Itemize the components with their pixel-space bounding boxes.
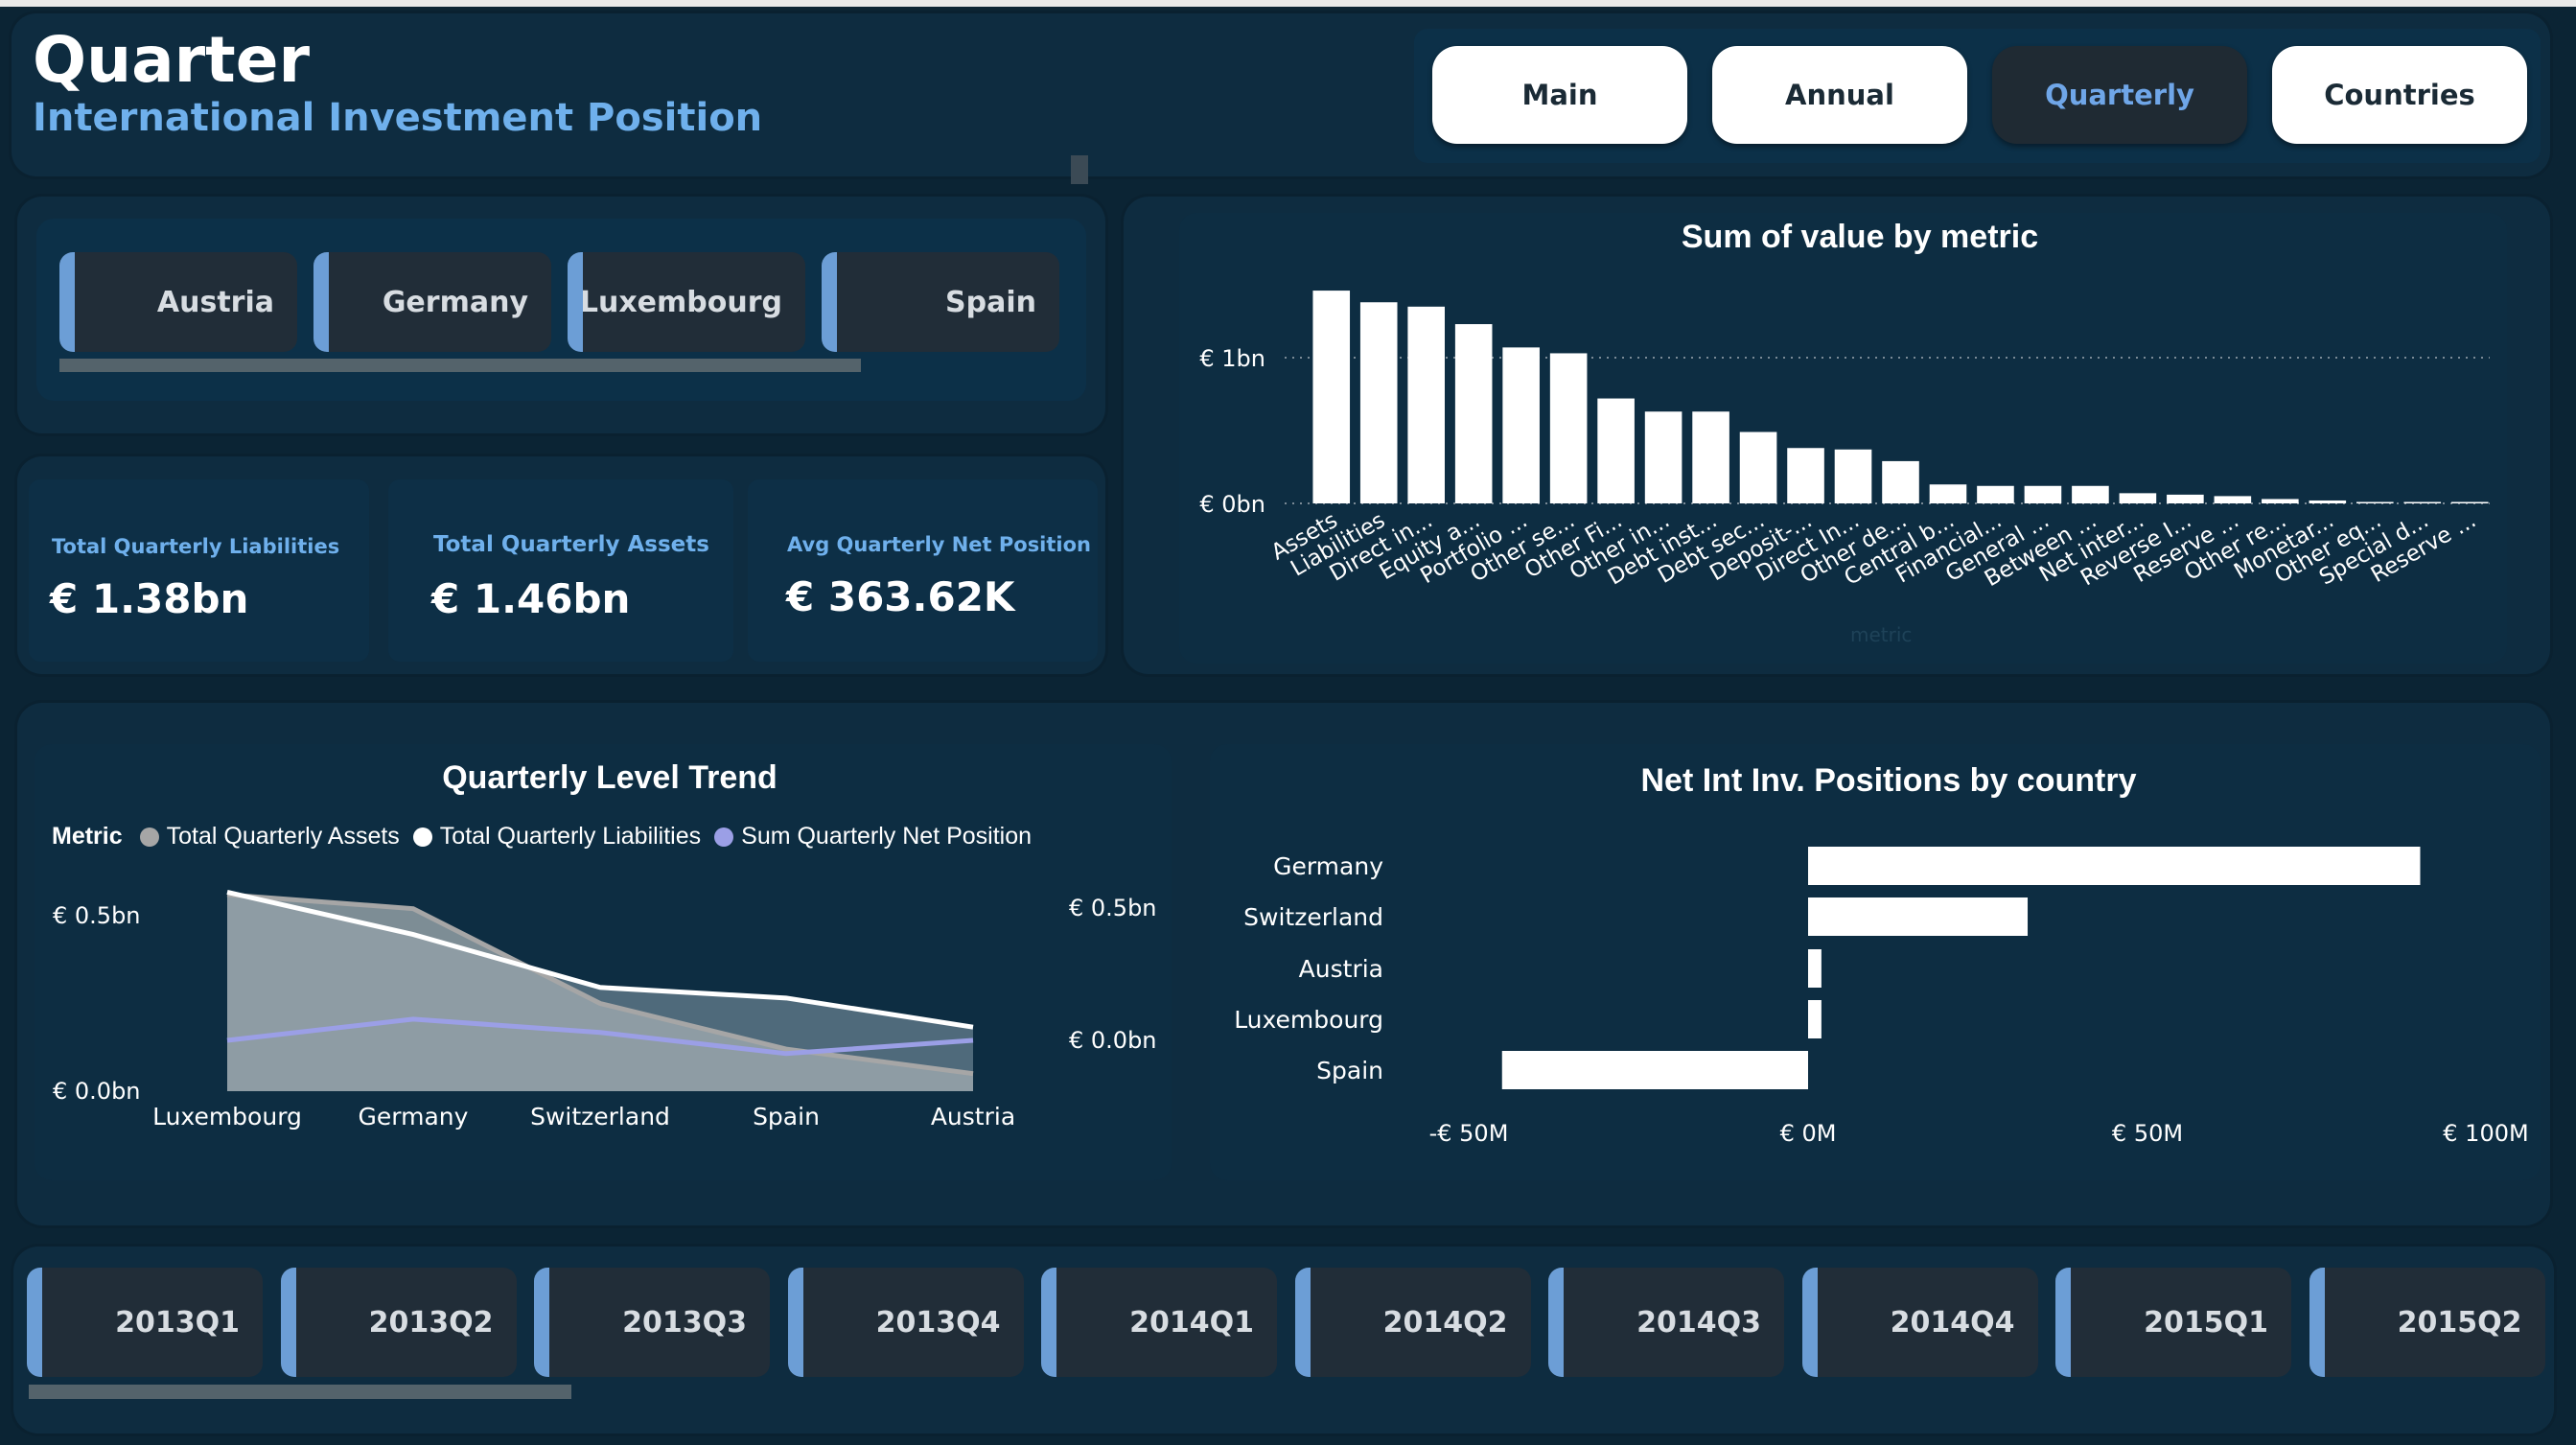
country-ytick-label: Germany — [1273, 852, 1383, 880]
country-bar-chart: Germany Switzerland Austria Luxembourg Spain… — [1234, 847, 2529, 1147]
quarter-chip-2014q2[interactable]: 2014Q2 — [1294, 1268, 1531, 1377]
quarter-chip-2014q3[interactable]: 2014Q3 — [1548, 1268, 1784, 1377]
quarter-chip-2013q1[interactable]: 2013Q1 — [27, 1268, 263, 1377]
quarter-chip-2013q2[interactable]: 2013Q2 — [280, 1268, 517, 1377]
quarter-slicer-scrollbar[interactable] — [29, 1385, 571, 1399]
country-ytick-label: Spain — [1316, 1057, 1383, 1084]
quarter-chip-2015q2[interactable]: 2015Q2 — [2309, 1268, 2545, 1377]
quarter-chip-2014q4[interactable]: 2014Q4 — [1801, 1268, 2038, 1377]
country-ytick-label: Austria — [1299, 955, 1383, 983]
country-xtick-label: € 100M — [2443, 1120, 2528, 1147]
country-bar[interactable] — [1808, 949, 1822, 988]
country-bar[interactable] — [1808, 1000, 1822, 1038]
country-bar[interactable] — [1808, 897, 2029, 936]
country-xtick-label: € 50M — [2112, 1120, 2183, 1147]
quarter-chip-2015q1[interactable]: 2015Q1 — [2055, 1268, 2291, 1377]
country-xtick-label: -€ 50M — [1429, 1120, 1509, 1147]
country-xtick-label: € 0M — [1780, 1120, 1837, 1147]
quarter-chip-2013q3[interactable]: 2013Q3 — [534, 1268, 770, 1377]
country-bar[interactable] — [1808, 847, 2421, 885]
quarter-chip-2013q4[interactable]: 2013Q4 — [787, 1268, 1024, 1377]
country-ytick-label: Luxembourg — [1234, 1006, 1383, 1034]
country-ytick-label: Switzerland — [1243, 903, 1383, 931]
quarter-chip-2014q1[interactable]: 2014Q1 — [1041, 1268, 1277, 1377]
country-bar[interactable] — [1501, 1051, 1808, 1089]
